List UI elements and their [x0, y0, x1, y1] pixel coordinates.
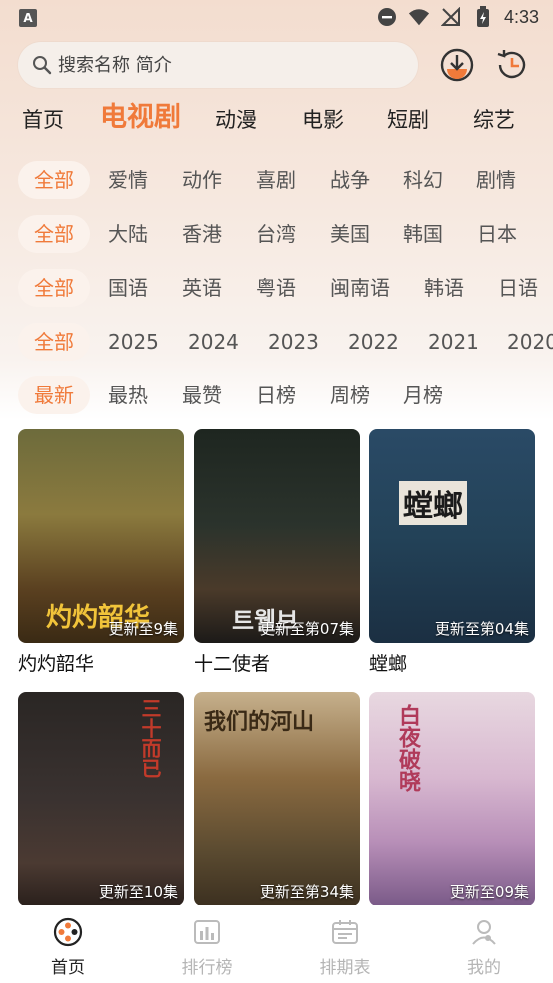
filter-row-sort: 最新 最热 最赞 日榜 周榜 月榜	[0, 376, 553, 416]
sort-chip[interactable]: 日榜	[256, 376, 296, 414]
episode-badge: 更新至9集	[108, 620, 178, 638]
nav-ranking[interactable]: 排行榜	[157, 917, 257, 978]
poster-title-art: 三十而已	[138, 698, 162, 778]
genre-chip-all[interactable]: 全部	[18, 161, 90, 199]
episode-badge: 更新至09集	[449, 883, 529, 901]
history-icon[interactable]	[494, 47, 530, 83]
year-chip[interactable]: 2025	[108, 323, 159, 361]
poster-title-art: 螳螂	[399, 481, 467, 525]
poster-image: 灼灼韶华 更新至9集	[18, 429, 184, 643]
sort-chip[interactable]: 最赞	[182, 376, 222, 414]
tab-tv-series[interactable]: 电视剧	[100, 96, 181, 140]
year-chip-all[interactable]: 全部	[18, 323, 90, 361]
episode-badge: 更新至第04集	[434, 620, 529, 638]
nav-schedule[interactable]: 排期表	[295, 917, 395, 978]
calendar-icon	[332, 920, 358, 944]
genre-chip[interactable]: 战争	[330, 161, 370, 199]
wifi-icon	[408, 6, 430, 28]
poster-image: 白夜破晓 更新至09集	[369, 692, 535, 906]
language-chip-all[interactable]: 全部	[18, 269, 90, 307]
episode-badge: 更新至第34集	[259, 883, 354, 901]
tab-short-drama[interactable]: 短剧	[387, 98, 429, 142]
video-card[interactable]: 螳螂 更新至第04集 螳螂	[369, 429, 535, 676]
year-chip[interactable]: 2020	[507, 323, 553, 361]
genre-chip[interactable]: 动作	[182, 161, 222, 199]
language-chip[interactable]: 韩语	[424, 269, 464, 307]
filter-row-genre: 全部 爱情 动作 喜剧 战争 科幻 剧情	[0, 161, 553, 201]
year-chip[interactable]: 2021	[428, 323, 479, 361]
poster-image: 三十而已 更新至10集	[18, 692, 184, 906]
region-chip[interactable]: 台湾	[256, 215, 296, 253]
film-reel-icon	[53, 917, 83, 947]
filter-row-region: 全部 大陆 香港 台湾 美国 韩国 日本	[0, 215, 553, 255]
card-title: 灼灼韶华	[18, 653, 95, 675]
search-icon	[33, 56, 52, 75]
year-chip[interactable]: 2022	[348, 323, 399, 361]
language-chip[interactable]: 英语	[182, 269, 222, 307]
episode-badge: 更新至第07集	[259, 620, 354, 638]
filter-row-year: 全部 2025 2024 2023 2022 2021 2020	[0, 323, 553, 363]
tab-variety[interactable]: 综艺	[473, 98, 515, 142]
year-chip[interactable]: 2023	[268, 323, 319, 361]
status-icons: 4:33	[376, 6, 539, 28]
language-chip[interactable]: 粤语	[256, 269, 296, 307]
nav-home[interactable]: 首页	[18, 917, 118, 978]
region-chip[interactable]: 韩国	[403, 215, 443, 253]
chart-icon	[194, 920, 220, 944]
region-chip[interactable]: 大陆	[108, 215, 148, 253]
nav-label: 排期表	[319, 958, 371, 978]
video-card[interactable]: 灼灼韶华 更新至9集 灼灼韶华	[18, 429, 184, 676]
poster-title-art: 白夜破晓	[395, 704, 420, 792]
video-card[interactable]: 三十而已 更新至10集	[18, 692, 184, 912]
tab-movie[interactable]: 电影	[302, 98, 344, 142]
bottom-nav: 首页 排行榜 排期表 我的	[0, 905, 553, 983]
sort-chip[interactable]: 月榜	[403, 376, 443, 414]
nav-label: 首页	[51, 958, 85, 978]
sort-chip[interactable]: 周榜	[330, 376, 370, 414]
clock: 4:33	[503, 6, 539, 27]
profile-icon	[472, 920, 496, 945]
sort-chip[interactable]: 最热	[108, 376, 148, 414]
genre-chip[interactable]: 剧情	[476, 161, 516, 199]
nav-label: 我的	[467, 958, 501, 978]
region-chip[interactable]: 美国	[330, 215, 370, 253]
search-input[interactable]	[56, 53, 380, 77]
video-card[interactable]: 트웰브 更新至第07集 十二使者	[194, 429, 360, 676]
language-chip[interactable]: 国语	[108, 269, 148, 307]
region-chip-all[interactable]: 全部	[18, 215, 90, 253]
tab-home[interactable]: 首页	[22, 98, 64, 142]
nav-label: 排行榜	[181, 958, 233, 978]
nav-mine[interactable]: 我的	[434, 917, 534, 978]
main-tabs: 首页 电视剧 动漫 电影 短剧 综艺	[0, 98, 553, 142]
year-chip[interactable]: 2024	[188, 323, 239, 361]
status-bar: A 4:33	[0, 0, 553, 36]
genre-chip[interactable]: 科幻	[403, 161, 443, 199]
region-chip[interactable]: 香港	[182, 215, 222, 253]
genre-chip[interactable]: 爱情	[108, 161, 148, 199]
battery-charging-icon	[472, 6, 494, 28]
region-chip[interactable]: 日本	[477, 215, 517, 253]
sort-chip-latest[interactable]: 最新	[18, 376, 90, 414]
download-icon[interactable]	[439, 47, 475, 83]
card-title: 螳螂	[369, 653, 408, 675]
poster-image: 我们的河山 更新至第34集	[194, 692, 360, 906]
search-bar[interactable]	[18, 42, 418, 88]
dnd-icon	[376, 6, 398, 28]
language-chip[interactable]: 闽南语	[330, 269, 390, 307]
no-signal-icon	[440, 6, 462, 28]
episode-badge: 更新至10集	[98, 883, 178, 901]
video-card[interactable]: 白夜破晓 更新至09集	[369, 692, 535, 912]
card-title: 十二使者	[194, 653, 271, 675]
language-chip[interactable]: 日语	[498, 269, 538, 307]
poster-image: 螳螂 更新至第04集	[369, 429, 535, 643]
tab-anime[interactable]: 动漫	[215, 98, 257, 142]
filter-row-language: 全部 国语 英语 粤语 闽南语 韩语 日语	[0, 269, 553, 309]
poster-title-art: 我们的河山	[204, 710, 315, 735]
video-card[interactable]: 我们的河山 更新至第34集	[194, 692, 360, 912]
genre-chip[interactable]: 喜剧	[256, 161, 296, 199]
poster-image: 트웰브 更新至第07集	[194, 429, 360, 643]
app-notification-icon: A	[19, 9, 37, 27]
